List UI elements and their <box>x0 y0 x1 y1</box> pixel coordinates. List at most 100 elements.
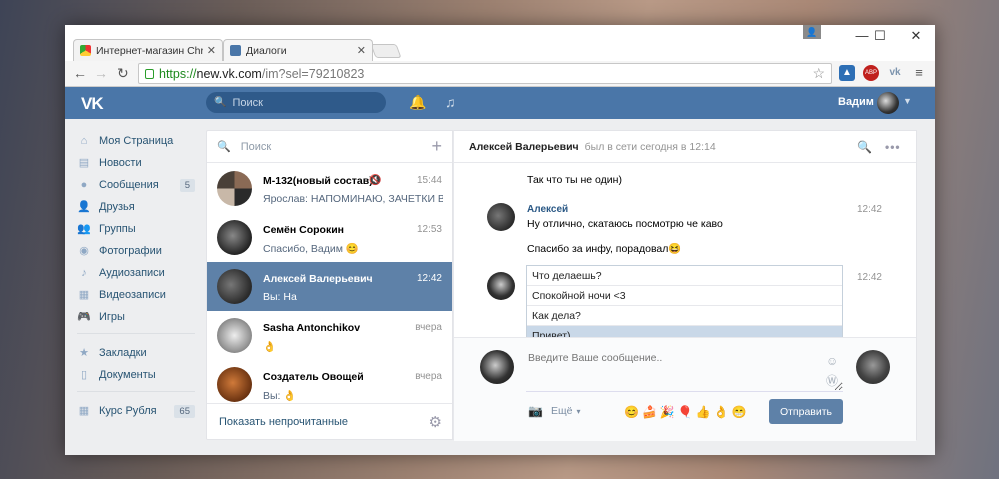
chevron-down-icon: ▾ <box>576 406 581 416</box>
forward-icon[interactable]: → <box>94 65 108 81</box>
chat-header: Алексей Валерьевич был в сети сегодня в … <box>454 131 916 163</box>
profile-icon[interactable]: 👤 <box>803 25 821 39</box>
show-unread-link[interactable]: Показать непрочитанные <box>219 416 348 428</box>
send-button[interactable]: Отправить <box>769 399 843 424</box>
gear-icon[interactable]: ⚙ <box>429 413 442 431</box>
chrome-store-icon <box>80 45 91 56</box>
dialog-name: Алексей Валерьевич <box>263 273 373 285</box>
dialog-item[interactable]: Sasha Antonchikov вчера 👌 <box>207 311 452 360</box>
sidebar-divider <box>77 333 195 334</box>
camera-icon: ◉ <box>79 245 89 257</box>
dialog-preview: 👌 <box>263 341 277 353</box>
sidebar-item-label: Новости <box>99 157 142 169</box>
search-icon[interactable]: 🔍 <box>857 140 872 154</box>
grid-icon: ▦ <box>78 405 90 417</box>
more-attach-button[interactable]: Ещё <box>551 405 572 417</box>
reload-icon[interactable]: ↻ <box>117 65 129 82</box>
sidebar-item-label: Друзья <box>99 201 135 213</box>
dialog-list: 🔍 Поиск + М-132(новый состав) 15:44 Ярос… <box>206 130 453 440</box>
avatar[interactable] <box>877 92 899 114</box>
url-host: new.vk.com <box>196 66 262 81</box>
tab-chrome-store[interactable]: Интернет-магазин Chrom ✕ <box>73 39 223 61</box>
vk-extension-icon[interactable]: vk <box>887 65 903 81</box>
avatar <box>480 350 514 384</box>
dialog-item[interactable]: М-132(новый состав) 15:44 Ярослав: НАПОМ… <box>207 164 452 213</box>
dialog-name: М-132(новый состав) <box>263 175 373 187</box>
sidebar-item-photos[interactable]: ◉ Фотографии <box>77 241 195 261</box>
dialog-name: Sasha Antonchikov <box>263 322 361 334</box>
dialog-preview: Вы: На <box>263 291 297 303</box>
quick-emoji-bar[interactable]: 😊🍰🎉🎈👍👌😁 <box>624 405 750 419</box>
chevron-down-icon[interactable]: ▼ <box>903 96 912 106</box>
sticker-icon[interactable]: Ⓦ <box>826 372 838 389</box>
vk-search-input[interactable]: 🔍 Поиск <box>206 92 386 113</box>
camera-icon[interactable]: 📷 <box>528 404 543 418</box>
sidebar-item-ruble-rate[interactable]: ▦ Курс Рубля 65 <box>77 401 195 421</box>
suggestion-dropdown: Что делаешь? Спокойной ночи <3 Как дела?… <box>526 265 843 347</box>
emoji-icon[interactable]: ☺ <box>826 354 838 368</box>
dialog-preview: Спасибо, Вадим 😊 <box>263 243 359 255</box>
back-icon[interactable]: ← <box>73 65 87 81</box>
bell-icon[interactable]: 🔔 <box>409 94 426 111</box>
search-placeholder: Поиск <box>232 96 263 109</box>
message-text: Ну отлично, скатаюсь посмотрю че каво <box>527 218 723 230</box>
sidebar-item-label: Документы <box>99 369 156 381</box>
dialog-search-input[interactable]: 🔍 Поиск + <box>207 131 452 163</box>
tab-label: Интернет-магазин Chrom <box>96 44 203 57</box>
news-icon: ▤ <box>78 157 90 169</box>
gamepad-icon: 🎮 <box>77 311 91 323</box>
sidebar-item-my-page[interactable]: ⌂ Моя Страница <box>77 131 195 151</box>
browser-toolbar: ← → ↻ https:// new.vk.com /im?sel=792108… <box>65 61 935 87</box>
vk-logo[interactable]: VK <box>81 94 104 114</box>
close-icon[interactable]: ✕ <box>357 44 366 57</box>
sidebar-item-audio[interactable]: ♪ Аудиозаписи <box>77 263 195 283</box>
sidebar-item-games[interactable]: 🎮 Игры <box>77 307 195 327</box>
message-input[interactable] <box>526 348 843 392</box>
more-icon[interactable]: ••• <box>885 140 901 154</box>
sidebar-item-documents[interactable]: ▯ Документы <box>77 365 195 385</box>
messages-icon: ● <box>80 179 88 191</box>
sidebar-item-label: Курс Рубля <box>99 405 157 417</box>
music-icon[interactable]: ♫ <box>445 94 456 110</box>
sidebar-item-groups[interactable]: 👥 Группы <box>77 219 195 239</box>
dialog-time: 12:53 <box>416 224 442 235</box>
sidebar-item-bookmarks[interactable]: ★ Закладки <box>77 343 195 363</box>
dialog-time: 15:44 <box>416 175 442 186</box>
bookmark-star-icon[interactable]: ☆ <box>812 65 825 82</box>
avatar <box>487 272 515 300</box>
message-sender[interactable]: Алексей <box>527 204 568 215</box>
sidebar-item-messages[interactable]: ● Сообщения 5 <box>77 175 195 195</box>
menu-icon[interactable]: ≡ <box>911 65 927 81</box>
adblock-icon[interactable]: ABP <box>863 65 879 81</box>
close-window-button[interactable]: ✕ <box>898 25 934 47</box>
address-bar[interactable]: https:// new.vk.com /im?sel=79210823 ☆ <box>138 63 832 84</box>
new-dialog-plus-icon[interactable]: + <box>431 136 442 157</box>
sidebar-item-label: Моя Страница <box>99 135 174 147</box>
app-count-badge: 65 <box>174 404 195 418</box>
dialog-item[interactable]: Семён Сорокин 12:53 Спасибо, Вадим 😊 <box>207 213 452 262</box>
friends-icon: 👤 <box>77 201 91 213</box>
user-name[interactable]: Вадим <box>838 96 874 108</box>
dialog-item-selected[interactable]: Алексей Валерьевич 12:42 Вы: На <box>207 262 452 311</box>
sidebar-item-friends[interactable]: 👤 Друзья <box>77 197 195 217</box>
maximize-button[interactable]: ☐ <box>862 25 898 47</box>
message-time: 12:42 <box>856 272 882 283</box>
message-time: 12:42 <box>856 204 882 215</box>
suggestion-item[interactable]: Как дела? <box>527 306 842 326</box>
dialog-name: Создатель Овощей <box>263 371 364 383</box>
close-icon[interactable]: ✕ <box>207 44 216 57</box>
avatar <box>856 350 890 384</box>
sidebar-item-label: Закладки <box>99 347 147 359</box>
compose-area: ☺ Ⓦ 📷 Ещё ▾ 😊🍰🎉🎈👍👌😁 Отправить <box>454 337 916 441</box>
extension-chart-icon[interactable]: ▲ <box>839 65 855 81</box>
suggestion-item[interactable]: Спокойной ночи <3 <box>527 286 842 306</box>
new-tab-button[interactable] <box>370 44 402 58</box>
sidebar-item-label: Фотографии <box>99 245 162 257</box>
sidebar-item-news[interactable]: ▤ Новости <box>77 153 195 173</box>
suggestion-item[interactable]: Что делаешь? <box>527 266 842 286</box>
chat-contact-name[interactable]: Алексей Валерьевич <box>469 141 579 153</box>
sidebar-item-label: Сообщения <box>99 179 159 191</box>
sidebar-item-video[interactable]: ▦ Видеозаписи <box>77 285 195 305</box>
dialog-item[interactable]: Создатель Овощей вчера Вы: 👌 <box>207 360 452 409</box>
tab-dialogs[interactable]: Диалоги ✕ <box>223 39 373 61</box>
